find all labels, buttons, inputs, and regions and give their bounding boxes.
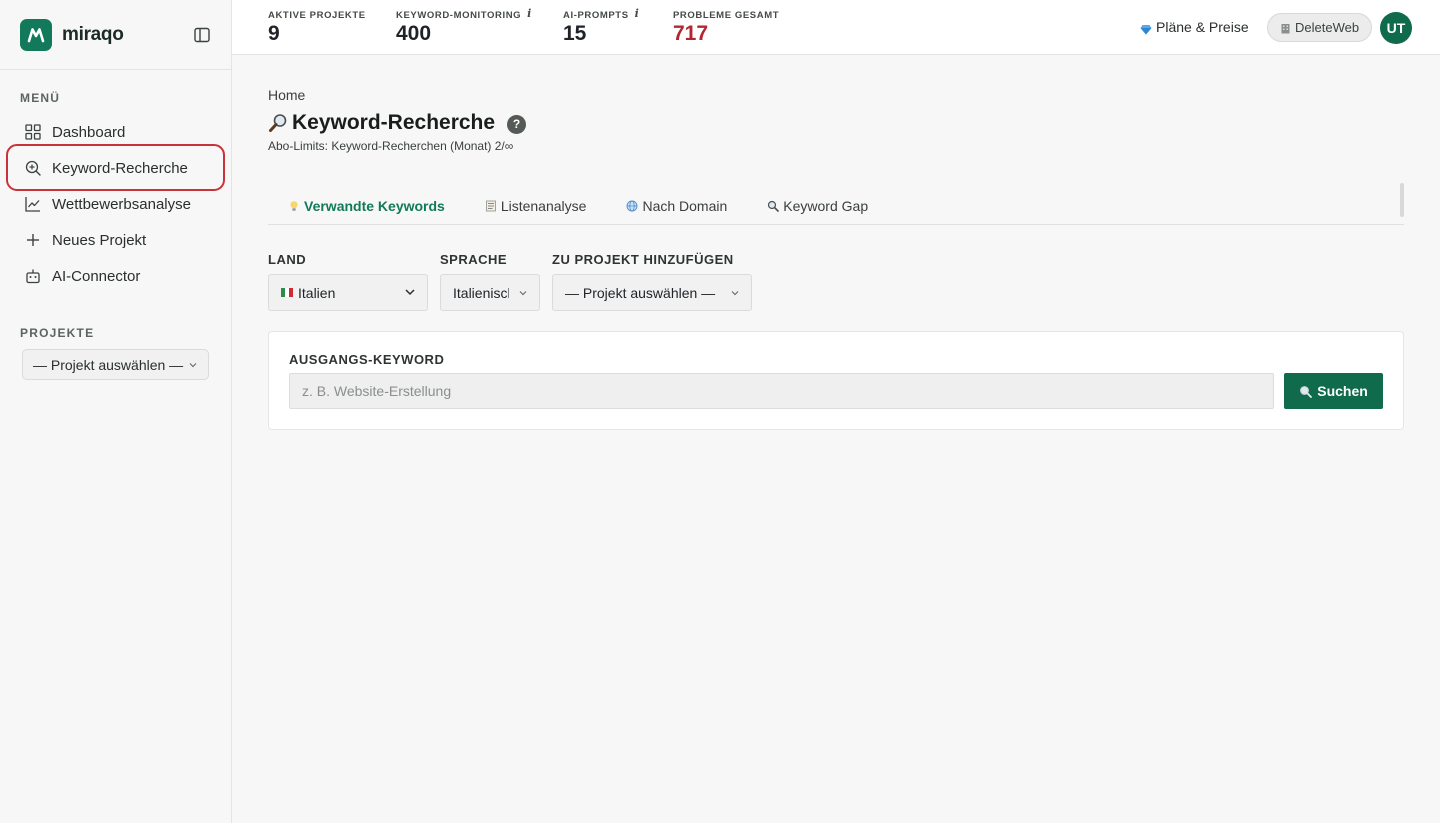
stat-active-projects: AKTIVE PROJEKTE 9 [268,10,366,46]
stat-value: 9 [268,22,280,45]
add-to-project-select[interactable]: — Projekt auswählen — [552,274,752,311]
list-icon [485,200,497,212]
search-plus-icon [24,160,41,177]
sidebar-item-keyword-recherche[interactable]: Keyword-Recherche [0,144,231,191]
sidebar-item-wettbewerbsanalyse[interactable]: Wettbewerbsanalyse [0,186,231,222]
brand-name: miraqo [62,23,124,45]
tab-verwandte-keywords[interactable]: Verwandte Keywords [288,187,445,224]
globe-icon [626,200,638,212]
sidebar-item-dashboard[interactable]: Dashboard [0,114,231,150]
search-row: Suchen [289,373,1383,409]
robot-icon [24,268,41,285]
sidebar: miraqo MENÜ Dashboard Keyword-Recherche … [0,0,232,823]
workspace-chip[interactable]: DeleteWeb [1267,13,1373,42]
tab-label: Verwandte Keywords [304,197,445,214]
seed-keyword-label: AUSGANGS-KEYWORD [289,352,445,367]
country-select-value: Italien [298,284,336,301]
plans-pricing-label: Pläne & Preise [1156,19,1249,35]
info-icon[interactable]: i [635,7,640,20]
menu-section-label: MENÜ [20,91,61,105]
stat-ai-prompts: AI-PROMPTS i 15 [563,7,640,46]
info-icon[interactable]: i [527,7,532,20]
sidebar-project-select-value: — Projekt auswählen — [33,356,184,373]
stat-problems-total: PROBLEME GESAMT 717 [673,10,779,46]
search-button[interactable]: Suchen [1284,373,1383,409]
add-to-project-filter: ZU PROJEKT HINZUFÜGEN — Projekt auswähle… [552,252,752,311]
top-stats-bar: AKTIVE PROJEKTE 9 KEYWORD-MONITORING i 40… [232,0,1440,55]
stat-keyword-monitoring: KEYWORD-MONITORING i 400 [396,7,532,46]
line-chart-icon [24,196,41,213]
language-filter: SPRACHE Italienisch [440,252,540,311]
sidebar-project-select[interactable]: — Projekt auswählen — [22,349,209,380]
sidebar-item-label: Keyword-Recherche [52,159,188,177]
country-select[interactable]: Italien [268,274,428,311]
sidebar-item-label: Neues Projekt [52,231,147,249]
gem-icon [1140,22,1152,34]
seed-keyword-input[interactable] [289,373,1275,409]
chevron-down-icon [188,357,198,373]
stat-value: 717 [673,22,709,45]
country-label: LAND [268,252,307,267]
help-icon[interactable]: ? [507,114,527,134]
stat-label: PROBLEME GESAMT [673,10,780,21]
stat-value: 15 [563,22,587,45]
tab-listenanalyse[interactable]: Listenanalyse [485,187,587,224]
tab-label: Keyword Gap [783,197,869,214]
tab-label: Nach Domain [642,197,728,214]
italy-flag-icon [281,288,293,297]
stat-label: AI-PROMPTS [563,10,629,21]
plus-icon [24,232,41,249]
avatar[interactable]: UT [1380,12,1412,44]
language-label: SPRACHE [440,252,508,267]
main-content: Home Keyword-Recherche ? Abo-Limits: Key… [268,55,1404,430]
tabs-scrollbar[interactable] [1400,183,1404,217]
add-to-project-label: ZU PROJEKT HINZUFÜGEN [552,252,734,267]
subscription-limits: Abo-Limits: Keyword-Recherchen (Monat) 2… [268,139,514,153]
sidebar-item-neues-projekt[interactable]: Neues Projekt [0,222,231,258]
chevron-down-icon [404,285,416,301]
filter-row: LAND Italien SPRACHE Italienisch ZU [268,252,1404,311]
grid-icon [24,124,41,141]
tab-nach-domain[interactable]: Nach Domain [626,187,727,224]
stat-label: AKTIVE PROJEKTE [268,10,366,21]
workspace-label: DeleteWeb [1295,20,1360,35]
search-icon [1299,385,1313,398]
stat-value: 400 [396,22,432,45]
sidebar-item-ai-connector[interactable]: AI-Connector [0,258,231,294]
country-filter: LAND Italien [268,252,428,311]
plans-pricing-link[interactable]: Pläne & Preise [1140,19,1249,35]
stat-label: KEYWORD-MONITORING [396,10,522,21]
breadcrumb-home[interactable]: Home [268,87,305,103]
sidebar-menu: Dashboard Keyword-Recherche Wettbewerbsa… [0,114,231,294]
logo-icon[interactable] [20,18,52,51]
sidebar-item-label: AI-Connector [52,267,141,285]
magnifier-icon [767,200,780,212]
tab-bar: Verwandte Keywords Listenanalyse Nach Do… [268,183,1404,225]
tab-keyword-gap[interactable]: Keyword Gap [767,187,868,224]
lightbulb-icon [288,200,300,212]
keyword-search-card: AUSGANGS-KEYWORD Suchen [268,331,1404,430]
building-icon [1280,22,1291,34]
magnifier-icon [268,113,288,133]
projects-section-label: PROJEKTE [20,326,95,340]
search-button-label: Suchen [1317,383,1368,399]
sidebar-toggle-icon[interactable] [193,26,211,44]
page-title: Keyword-Recherche [292,111,496,134]
brand-header: miraqo [0,0,231,70]
title-row: Keyword-Recherche ? [268,111,1404,135]
chevron-down-icon [730,285,740,301]
language-select[interactable]: Italienisch [440,274,540,311]
sidebar-item-label: Wettbewerbsanalyse [52,195,191,213]
add-to-project-select-value: — Projekt auswählen — [565,284,716,301]
language-select-value: Italienisch [453,284,509,301]
tab-label: Listenanalyse [500,197,587,214]
sidebar-item-label: Dashboard [52,123,126,141]
chevron-down-icon [518,285,528,301]
